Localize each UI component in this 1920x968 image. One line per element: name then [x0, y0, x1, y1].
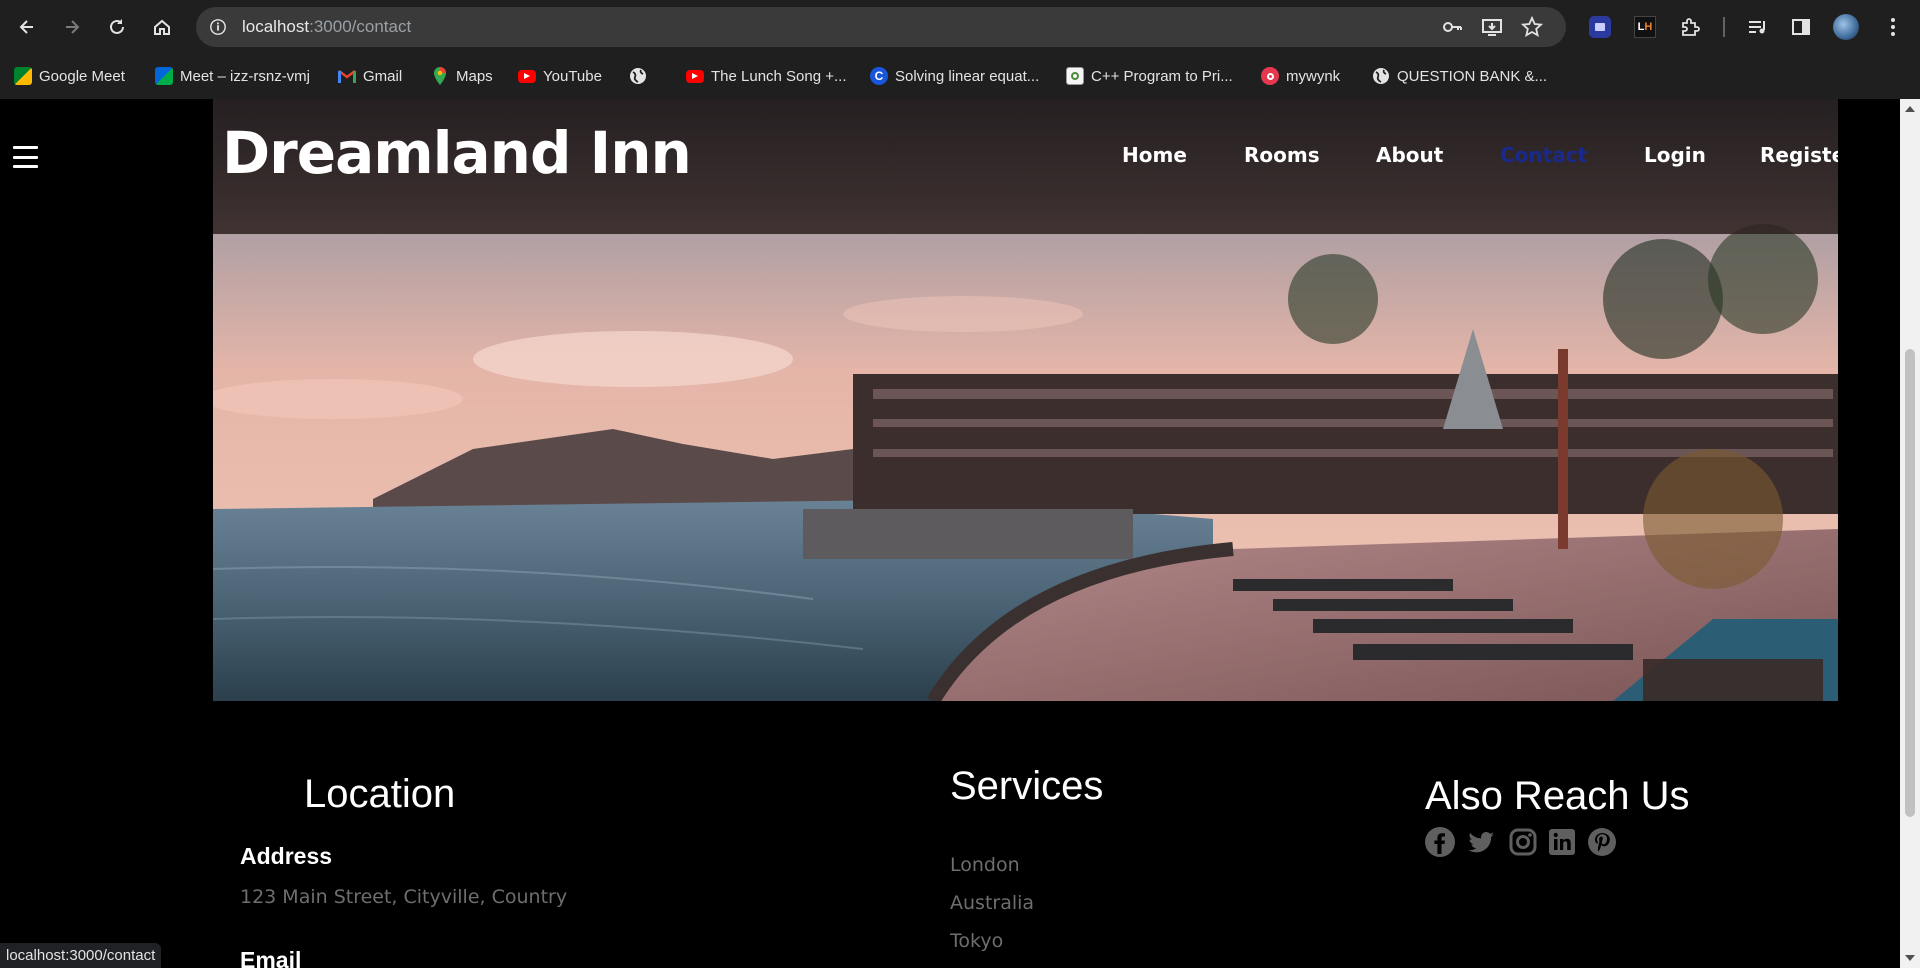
- site-info-icon[interactable]: [206, 15, 230, 39]
- google-meet-icon: [14, 67, 32, 85]
- twitter-icon[interactable]: [1465, 826, 1497, 858]
- wynk-icon: [1261, 67, 1279, 85]
- side-panel-icon[interactable]: [1788, 14, 1814, 40]
- service-item-australia[interactable]: Australia: [950, 892, 1034, 914]
- bookmark-label: mywynk: [1286, 67, 1341, 85]
- scroll-down-arrow-icon[interactable]: [1905, 955, 1915, 961]
- bookmark-linear-equations[interactable]: C Solving linear equat...: [870, 64, 1039, 88]
- puzzle-extensions-icon[interactable]: [1677, 14, 1703, 40]
- lighthouse-extension-icon[interactable]: LH: [1632, 14, 1658, 40]
- site-title[interactable]: Dreamland Inn: [222, 119, 692, 187]
- instagram-icon[interactable]: [1507, 826, 1539, 858]
- media-queue-icon[interactable]: [1744, 14, 1770, 40]
- reload-icon: [110, 19, 124, 34]
- bookmark-gmail[interactable]: Gmail: [338, 64, 402, 88]
- location-title: Location: [304, 772, 456, 816]
- forward-button[interactable]: [55, 10, 89, 44]
- bookmark-label: C++ Program to Pri...: [1091, 67, 1233, 85]
- bookmark-label: Solving linear equat...: [895, 67, 1040, 85]
- browser-chrome: localhost:3000/contact LH Google Meet Me…: [0, 0, 1920, 99]
- install-app-icon[interactable]: [1481, 16, 1503, 38]
- site-header: Dreamland Inn Home Rooms About Contact L…: [213, 99, 1838, 234]
- nav-about[interactable]: About: [1376, 143, 1443, 167]
- scroll-up-arrow-icon[interactable]: [1905, 106, 1915, 112]
- bookmark-label: Maps: [456, 67, 493, 85]
- page-viewport: Dreamland Inn Home Rooms About Contact L…: [0, 99, 1900, 968]
- bookmark-youtube[interactable]: YouTube: [518, 64, 602, 88]
- browser-toolbar: localhost:3000/contact LH: [0, 0, 1920, 54]
- service-item-london[interactable]: London: [950, 854, 1020, 876]
- email-label: Email: [240, 947, 302, 968]
- bookmark-cpp-program[interactable]: C++ Program to Pri...: [1066, 64, 1233, 88]
- bookmark-label: Gmail: [363, 67, 403, 85]
- youtube-icon: [518, 69, 536, 83]
- address-text: 123 Main Street, Cityville, Country: [240, 886, 568, 908]
- address-bar[interactable]: localhost:3000/contact: [196, 7, 1566, 47]
- nav-register[interactable]: Register: [1760, 143, 1838, 167]
- bookmark-label: The Lunch Song +...: [711, 67, 847, 85]
- service-item-tokyo[interactable]: Tokyo: [950, 930, 1003, 952]
- arrow-left-icon: [19, 20, 33, 34]
- google-meet-icon: [155, 67, 173, 85]
- gmail-icon: [338, 67, 356, 85]
- bookmark-maps[interactable]: Maps: [431, 64, 493, 88]
- browser-menu-icon[interactable]: [1880, 14, 1906, 40]
- bookmark-google-meet[interactable]: Google Meet: [14, 64, 125, 88]
- bookmark-globe[interactable]: [629, 64, 654, 88]
- bookmark-label: Google Meet: [39, 67, 125, 85]
- bookmark-question-bank[interactable]: QUESTION BANK &...: [1372, 64, 1547, 88]
- page-icon: [1066, 67, 1084, 85]
- bookmark-mywynk[interactable]: mywynk: [1261, 64, 1340, 88]
- hero-banner: Dreamland Inn Home Rooms About Contact L…: [213, 99, 1838, 701]
- bookmark-lunch-song[interactable]: The Lunch Song +...: [686, 64, 847, 88]
- url-text[interactable]: localhost:3000/contact: [242, 17, 411, 37]
- hamburger-menu-icon[interactable]: [13, 146, 38, 168]
- address-label: Address: [240, 843, 333, 869]
- key-icon[interactable]: [1441, 16, 1463, 38]
- globe-icon: [629, 67, 647, 85]
- bookmark-label: QUESTION BANK &...: [1397, 67, 1548, 85]
- profile-avatar[interactable]: [1833, 14, 1859, 40]
- nav-login[interactable]: Login: [1644, 143, 1706, 167]
- home-icon: [154, 19, 170, 35]
- c-logo-icon: C: [870, 67, 888, 85]
- link-status-bubble: localhost:3000/contact: [0, 943, 162, 968]
- extension-blue-icon[interactable]: [1587, 14, 1613, 40]
- nav-rooms[interactable]: Rooms: [1244, 143, 1320, 167]
- back-button[interactable]: [10, 10, 44, 44]
- nav-contact[interactable]: Contact: [1500, 143, 1587, 167]
- reach-us-title: Also Reach Us: [1425, 774, 1690, 818]
- bookmark-label: YouTube: [543, 67, 602, 85]
- scrollbar-thumb[interactable]: [1905, 349, 1915, 817]
- services-title: Services: [950, 764, 1104, 808]
- arrow-right-icon: [66, 20, 80, 34]
- bookmark-star-icon[interactable]: [1521, 16, 1543, 38]
- page-scrollbar[interactable]: [1900, 99, 1920, 968]
- toolbar-divider: [1723, 17, 1725, 37]
- nav-home[interactable]: Home: [1122, 143, 1187, 167]
- youtube-icon: [686, 69, 704, 83]
- globe-icon: [1372, 67, 1390, 85]
- bookmarks-bar: Google Meet Meet – izz-rsnz-vmj Gmail Ma…: [0, 54, 1920, 98]
- reload-button[interactable]: [100, 10, 134, 44]
- url-host: localhost: [242, 17, 310, 36]
- linkedin-icon[interactable]: [1546, 826, 1578, 858]
- url-path: :3000/contact: [309, 17, 412, 36]
- bookmark-label: Meet – izz-rsnz-vmj: [180, 67, 311, 85]
- bookmark-meet-room[interactable]: Meet – izz-rsnz-vmj: [155, 64, 310, 88]
- home-button[interactable]: [145, 10, 179, 44]
- facebook-icon[interactable]: [1424, 826, 1456, 858]
- pinterest-icon[interactable]: [1586, 826, 1618, 858]
- maps-icon: [431, 67, 449, 85]
